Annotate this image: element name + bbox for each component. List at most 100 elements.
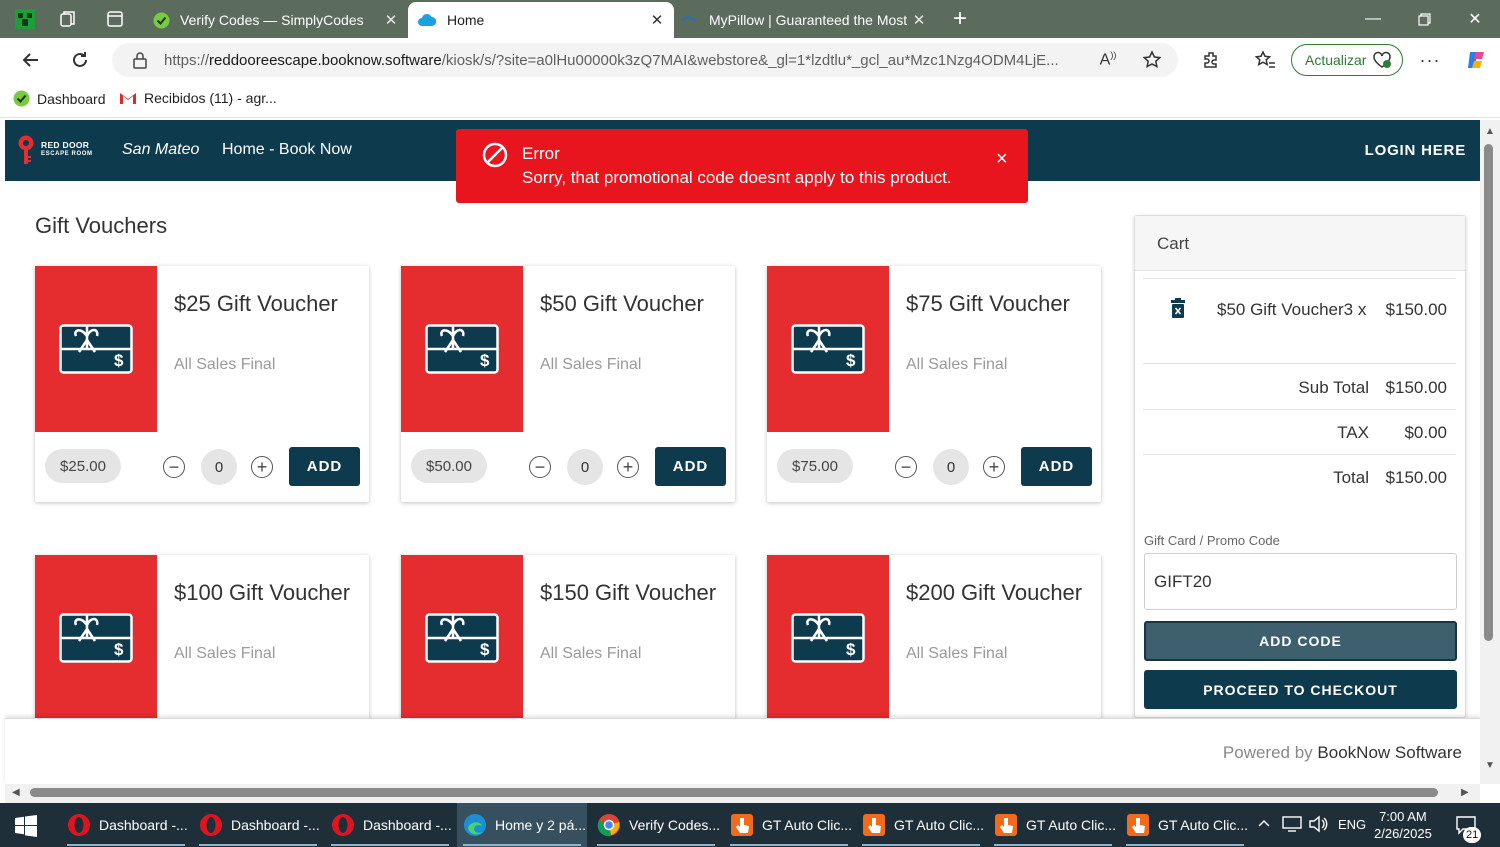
taskbar-opera-2[interactable]: Dashboard -... <box>193 803 321 847</box>
total-value: $150.00 <box>1385 468 1447 487</box>
scroll-down-arrow-icon[interactable]: ▼ <box>1485 760 1495 771</box>
svg-text:$: $ <box>846 351 856 370</box>
taskbar-app-label: GT Auto Clic... <box>762 817 852 833</box>
vertical-scrollbar[interactable]: ▲ ▼ <box>1480 120 1500 784</box>
voucher-image: $ <box>35 266 157 432</box>
voucher-footer: $50.00 − 0 + ADD <box>401 432 735 502</box>
hand-click-icon <box>862 813 886 837</box>
chrome-icon <box>597 813 621 837</box>
running-indicator <box>597 844 715 846</box>
decrement-icon[interactable]: − <box>895 456 917 478</box>
refresh-icon[interactable] <box>67 47 93 73</box>
vertical-scroll-thumb[interactable] <box>1484 144 1493 641</box>
more-options-icon[interactable]: ··· <box>1417 47 1443 73</box>
new-tab-icon[interactable]: + <box>948 5 972 32</box>
login-link[interactable]: LOGIN HERE <box>1365 142 1466 159</box>
booknow-brand-link[interactable]: BookNow Software <box>1317 743 1462 762</box>
lock-icon[interactable] <box>132 51 148 69</box>
gift-card-icon: $ <box>791 613 865 663</box>
add-to-cart-button[interactable]: ADD <box>1021 447 1092 486</box>
cart-header: Cart <box>1135 216 1465 271</box>
price-pill: $75.00 <box>777 449 853 483</box>
browser-tab-strip: Verify Codes — SimplyCodes ✕ Home ✕ MyPi… <box>0 0 1500 38</box>
running-indicator <box>862 844 980 846</box>
vertical-tabs-icon[interactable] <box>103 7 127 31</box>
show-hidden-icons-chevron-icon[interactable] <box>1257 813 1271 833</box>
restore-icon[interactable] <box>1399 0 1449 38</box>
copilot-icon[interactable] <box>1463 47 1489 73</box>
taskbar-gt-auto-clicker-4[interactable]: GT Auto Clic... <box>1120 803 1248 847</box>
quantity-value[interactable]: 0 <box>933 449 969 485</box>
tab-home[interactable]: Home ✕ <box>408 2 674 38</box>
volume-icon[interactable] <box>1308 815 1328 833</box>
taskbar-opera-1[interactable]: Dashboard -... <box>61 803 189 847</box>
windows-start-icon[interactable] <box>15 815 37 837</box>
taskbar-gt-auto-clicker-2[interactable]: GT Auto Clic... <box>856 803 984 847</box>
voucher-image: $ <box>767 266 889 432</box>
promo-code-input[interactable] <box>1144 553 1457 610</box>
toast-close-icon[interactable]: × <box>996 148 1008 171</box>
gift-card-icon: $ <box>59 613 133 663</box>
scroll-right-arrow-icon[interactable]: ▶ <box>1461 787 1469 798</box>
quantity-value[interactable]: 0 <box>567 449 603 485</box>
divider <box>1143 278 1456 279</box>
scroll-left-arrow-icon[interactable]: ◀ <box>12 787 20 798</box>
language-indicator[interactable]: ENG <box>1338 817 1366 832</box>
decrement-icon[interactable]: − <box>163 456 185 478</box>
close-window-icon[interactable]: ✕ <box>1450 0 1500 38</box>
horizontal-scroll-thumb[interactable] <box>30 788 1438 797</box>
voucher-note: All Sales Final <box>906 356 1008 373</box>
read-aloud-icon[interactable]: A)) <box>1095 47 1121 73</box>
network-icon[interactable] <box>1282 815 1302 833</box>
add-to-cart-button[interactable]: ADD <box>655 447 726 486</box>
add-to-cart-button[interactable]: ADD <box>289 447 360 486</box>
add-code-button[interactable]: ADD CODE <box>1144 621 1457 661</box>
taskbar-chrome[interactable]: Verify Codes... <box>591 803 720 847</box>
update-browser-button[interactable]: Actualizar <box>1291 44 1403 76</box>
tab-verify-codes[interactable]: Verify Codes — SimplyCodes ✕ <box>144 2 408 38</box>
running-indicator <box>331 844 449 846</box>
close-tab-icon[interactable]: ✕ <box>382 11 400 29</box>
clock-time: 7:00 AM <box>1379 809 1427 824</box>
increment-icon[interactable]: + <box>251 456 273 478</box>
horizontal-scrollbar[interactable]: ◀ ▶ <box>5 784 1480 803</box>
gift-card-icon: $ <box>791 324 865 374</box>
cart-item-name: $50 Gift Voucher3 x <box>1217 300 1367 319</box>
minimize-icon[interactable]: — <box>1348 0 1398 38</box>
scroll-up-arrow-icon[interactable]: ▲ <box>1485 126 1495 137</box>
red-door-logo[interactable]: RED DOOR ESCAPE ROOM <box>17 135 93 165</box>
quantity-value[interactable]: 0 <box>201 449 237 485</box>
extensions-icon[interactable] <box>1198 47 1224 73</box>
tab-mypillow[interactable]: MyPillow | Guaranteed the Most C ✕ <box>674 2 936 38</box>
location-link[interactable]: San Mateo <box>122 141 199 159</box>
proceed-to-checkout-button[interactable]: PROCEED TO CHECKOUT <box>1144 670 1457 709</box>
increment-icon[interactable]: + <box>617 456 639 478</box>
bookmark-dashboard[interactable]: Dashboard <box>13 90 106 107</box>
voucher-note: All Sales Final <box>540 356 642 373</box>
workspaces-icon[interactable] <box>56 7 80 31</box>
profile-icon[interactable] <box>13 7 37 31</box>
favorite-star-icon[interactable] <box>1139 47 1165 73</box>
running-indicator <box>199 844 317 846</box>
home-book-now-link[interactable]: Home - Book Now <box>222 141 352 159</box>
increment-icon[interactable]: + <box>983 456 1005 478</box>
clock-date: 2/26/2025 <box>1374 826 1432 841</box>
decrement-icon[interactable]: − <box>529 456 551 478</box>
close-tab-icon[interactable]: ✕ <box>648 11 666 29</box>
taskbar-app-label: Dashboard -... <box>99 817 188 833</box>
taskbar-gt-auto-clicker-1[interactable]: GT Auto Clic... <box>724 803 852 847</box>
url-bar[interactable]: https://reddooreescape.booknow.software /… <box>112 43 1178 77</box>
svg-text:$: $ <box>114 640 124 659</box>
taskbar-edge[interactable]: Home y 2 pá... <box>457 803 587 847</box>
back-icon[interactable] <box>18 47 44 73</box>
taskbar-clock[interactable]: 7:00 AM 2/26/2025 <box>1374 808 1432 842</box>
taskbar-gt-auto-clicker-3[interactable]: GT Auto Clic... <box>988 803 1116 847</box>
cart-title: Cart <box>1157 234 1190 253</box>
favorites-icon[interactable] <box>1252 47 1278 73</box>
bookmark-gmail[interactable]: Recibidos (11) - agr... <box>119 90 277 106</box>
taskbar-opera-3[interactable]: Dashboard -... <box>325 803 453 847</box>
close-tab-icon[interactable]: ✕ <box>910 11 928 29</box>
remove-item-trash-icon[interactable] <box>1171 298 1185 318</box>
voucher-image: $ <box>401 266 523 432</box>
voucher-name: $50 Gift Voucher <box>540 291 704 316</box>
